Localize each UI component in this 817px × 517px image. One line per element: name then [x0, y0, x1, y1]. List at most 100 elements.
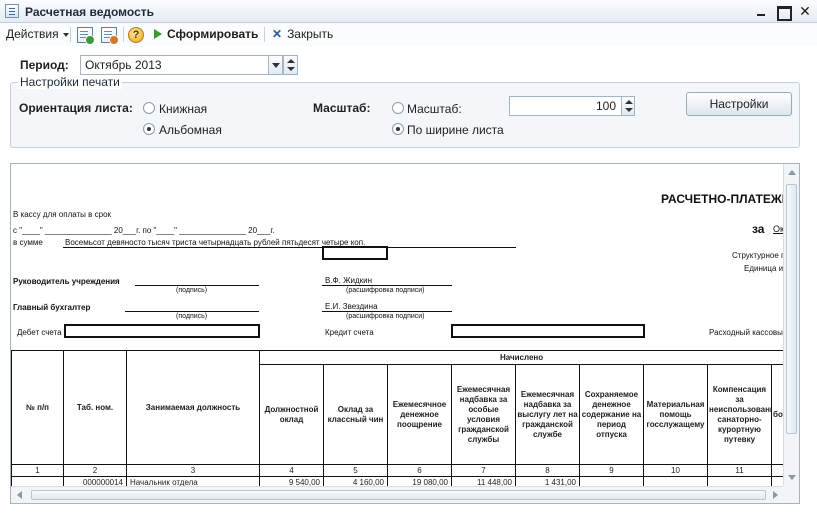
spin-down-icon	[625, 108, 633, 112]
accountant-name: Е.И. Звездина	[325, 302, 378, 311]
scroll-down-icon[interactable]	[788, 475, 796, 480]
actions-menu[interactable]: Действия	[6, 26, 69, 43]
close-button[interactable]: ✕ Закрыть	[272, 26, 333, 43]
head-name: В.Ф. Жидкин	[325, 276, 372, 285]
sum-label: в сумме	[13, 238, 43, 247]
scale-spinner[interactable]	[621, 96, 635, 116]
horizontal-scrollbar[interactable]	[11, 486, 784, 503]
accountant-sign-hint: (подпись)	[176, 313, 208, 320]
play-icon	[154, 29, 162, 39]
form-report-label: Сформировать	[167, 27, 259, 41]
spin-up-icon	[625, 100, 633, 104]
cell	[707, 476, 772, 486]
form-report-button[interactable]: Сформировать	[154, 26, 258, 43]
scroll-left-icon[interactable]	[17, 491, 22, 499]
scroll-right-icon[interactable]	[773, 491, 778, 499]
orientation-portrait-label: Книжная	[159, 102, 208, 116]
cell: 1 431,00	[515, 476, 580, 486]
cell: 19 080,00	[387, 476, 452, 486]
document-icon	[5, 4, 19, 18]
accrued-header: Начислено	[258, 350, 784, 365]
help-icon[interactable]: ?	[128, 27, 144, 43]
cell: 9 540,00	[259, 476, 324, 486]
payroll-table: № п/п Таб. ном. Занимаемая должность Нач…	[11, 350, 784, 486]
period-input[interactable]: Октябрь 2013	[80, 55, 270, 75]
head-sign-hint: (подпись)	[176, 287, 208, 294]
vertical-scrollbar[interactable]	[783, 164, 799, 486]
cell	[643, 476, 708, 486]
actions-menu-label: Действия	[6, 27, 59, 41]
scale-fit-width-label: По ширине листа	[407, 123, 504, 137]
cell: Начальник отдела	[126, 476, 260, 486]
cell: 000000014	[63, 476, 127, 486]
orientation-portrait-radio[interactable]	[143, 102, 155, 114]
scroll-up-icon[interactable]	[788, 170, 796, 175]
document-out-icon[interactable]	[101, 27, 119, 45]
orientation-landscape-radio[interactable]	[143, 123, 155, 135]
report-viewer[interactable]: РАСЧЕТНО-ПЛАТЕЖН В кассу для оплаты в ср…	[10, 163, 800, 504]
accountant-name-hint: (расшифровка подписи)	[346, 313, 425, 320]
window-titlebar: Расчетная ведомость ✕	[0, 0, 817, 23]
col-number: 4	[259, 464, 324, 477]
scale-percent-label: Масштаб:	[407, 102, 462, 116]
cell	[770, 476, 784, 486]
horizontal-scroll-thumb[interactable]	[31, 490, 766, 500]
close-icon: ✕	[272, 27, 283, 41]
col-number: 2	[63, 464, 127, 477]
col-number: 11	[707, 464, 772, 477]
credit-box	[451, 324, 645, 338]
cell	[579, 476, 644, 486]
vertical-scroll-thumb[interactable]	[786, 184, 797, 434]
scrollbar-corner	[783, 486, 799, 503]
col-header: Компенсация за неиспользованную санаторн…	[707, 364, 772, 465]
accountant-name-line	[322, 311, 452, 312]
col-header: Оклад за классный чин	[323, 364, 388, 465]
col-header: Таб. ном.	[63, 350, 127, 465]
period-spinner[interactable]	[283, 55, 298, 75]
scale-percent-radio[interactable]	[392, 102, 404, 114]
document-in-icon[interactable]	[77, 27, 95, 45]
cell: 4 160,00	[323, 476, 388, 486]
orientation-label: Ориентация листа:	[19, 101, 133, 115]
head-label: Руководитель учреждения	[13, 277, 120, 286]
col-number: 5	[323, 464, 388, 477]
head-sign-line	[135, 285, 259, 286]
col-number: 6	[387, 464, 452, 477]
col-header: Занимаемая должность	[126, 350, 260, 465]
accountant-label: Главный бухгалтер	[13, 303, 91, 312]
table-row[interactable]: 000000014 Начальник отдела 9 540,00 4 16…	[11, 476, 784, 486]
report-document: РАСЧЕТНО-ПЛАТЕЖН В кассу для оплаты в ср…	[11, 164, 784, 486]
col-number: 3	[126, 464, 260, 477]
minimize-button[interactable]	[752, 3, 770, 20]
structural-unit-label: Структурное по	[732, 251, 784, 260]
toolbar-separator	[123, 27, 124, 42]
head-name-hint: (расшифровка подписи)	[346, 287, 425, 294]
col-header: № п/п	[11, 350, 64, 465]
col-number: 10	[643, 464, 708, 477]
col-header: бо	[770, 364, 784, 465]
col-header: Сохраняемое денежное содержание на перио…	[579, 364, 644, 465]
period-label: Период:	[20, 58, 69, 72]
period-dropdown-button[interactable]	[268, 55, 283, 75]
spin-down-icon	[287, 67, 295, 71]
credit-label: Кредит счета	[325, 328, 374, 337]
col-number: 7	[451, 464, 516, 477]
col-header: Ежемесячная надбавка за особые условия г…	[451, 364, 516, 465]
debit-label: Дебет счета	[17, 328, 62, 337]
scale-fit-width-radio[interactable]	[392, 123, 404, 135]
cell: 11 448,00	[451, 476, 516, 486]
col-header: Должностной оклад	[259, 364, 324, 465]
settings-button[interactable]: Настройки	[686, 92, 792, 116]
spin-up-icon	[287, 59, 295, 63]
maximize-button[interactable]	[774, 3, 792, 21]
sum-words: Восемьсот девяносто тысяч триста четырна…	[65, 238, 366, 247]
report-title: РАСЧЕТНО-ПЛАТЕЖН	[661, 192, 784, 206]
scale-input[interactable]: 100	[509, 96, 622, 116]
print-settings-group	[10, 82, 800, 148]
col-number: 1	[11, 464, 64, 477]
close-window-button[interactable]: ✕	[796, 3, 814, 20]
dates-line: с "____" _______________ 20___г. по "___…	[13, 226, 275, 235]
debit-box	[64, 324, 260, 338]
col-header: Ежемесячное денежное поощрение	[387, 364, 452, 465]
toolbar: Действия ? Сформировать ✕ Закрыть	[0, 23, 817, 46]
